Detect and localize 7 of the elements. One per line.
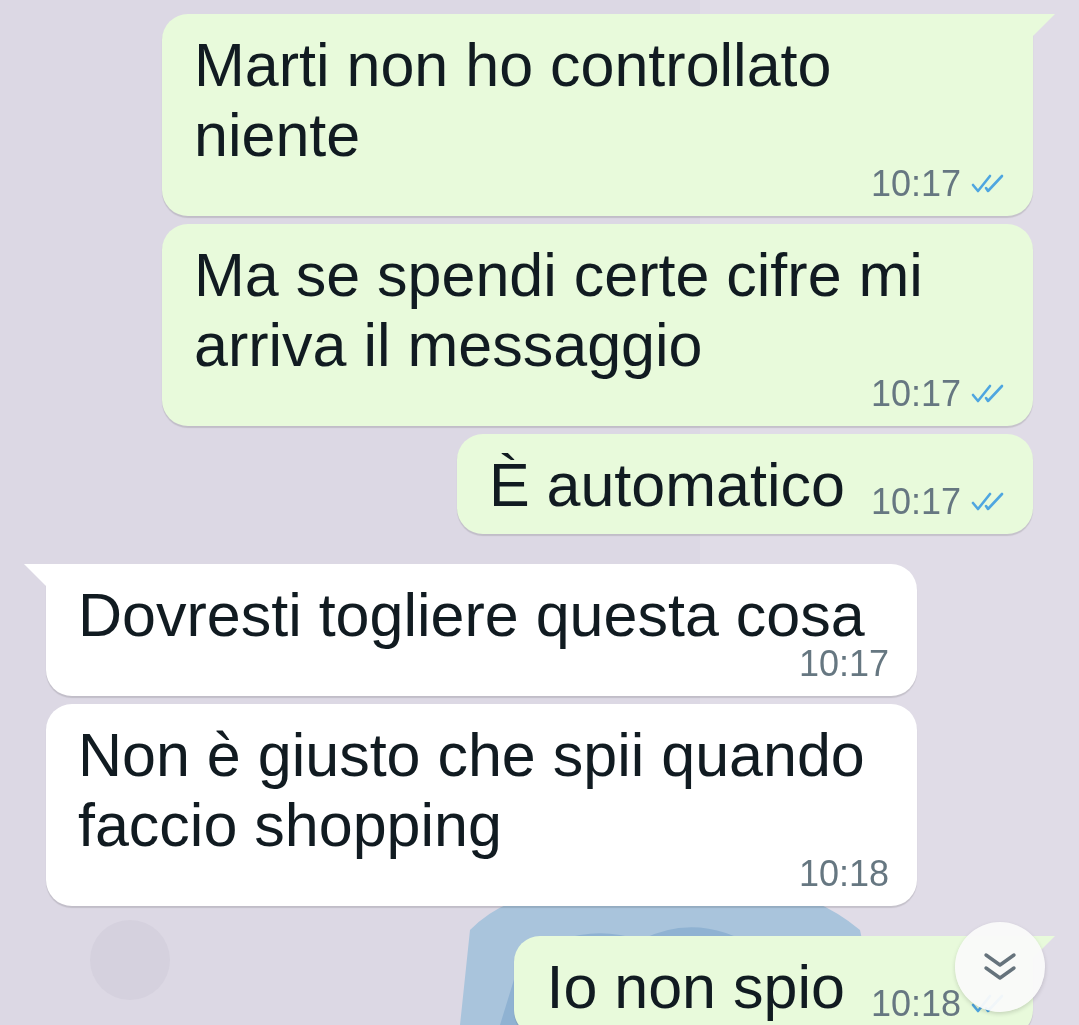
message-text: Marti non ho controllato niente: [194, 30, 833, 170]
message-time: 10:17: [870, 484, 961, 520]
message-text: Io non spio: [546, 952, 845, 1022]
message-time: 10:17: [870, 166, 961, 202]
message-time: 10:18: [870, 986, 961, 1022]
double-chevron-down-icon: [983, 952, 1017, 982]
message-text: È automatico: [488, 450, 845, 520]
